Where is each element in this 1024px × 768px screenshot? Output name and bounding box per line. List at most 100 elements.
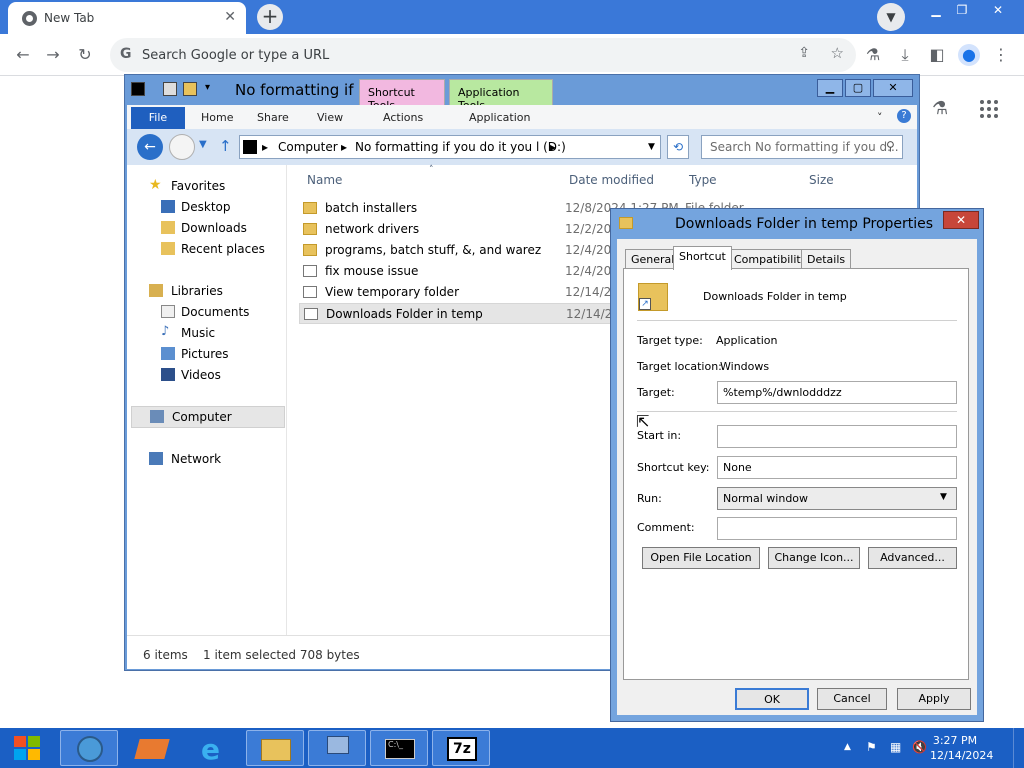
advanced-button[interactable]: Advanced... — [868, 547, 957, 569]
context-tab-shortcut-tools[interactable]: Shortcut Tools — [359, 79, 445, 112]
search-icon[interactable]: ⚲ — [886, 139, 895, 153]
drive-icon — [243, 140, 257, 154]
reload-icon[interactable]: ↻ — [74, 44, 96, 66]
forward-icon[interactable]: → — [42, 44, 64, 66]
open-file-location-button[interactable]: Open File Location — [642, 547, 760, 569]
taskbar-app-globe[interactable] — [60, 730, 118, 766]
cancel-button[interactable]: Cancel — [817, 688, 887, 710]
apply-button[interactable]: Apply — [897, 688, 971, 710]
tab-close-icon[interactable]: ✕ — [224, 9, 236, 25]
omnibox[interactable]: G Search Google or type a URL ⇪ ☆ — [110, 38, 856, 72]
new-tab-button[interactable]: + — [257, 4, 283, 30]
target-input[interactable]: %temp%/dwnlodddzz — [717, 381, 957, 404]
breadcrumb-computer[interactable]: Computer — [278, 140, 338, 154]
chrome-tab-newtab[interactable]: New Tab ✕ — [8, 2, 246, 34]
taskbar-app-cmd[interactable]: C:\_ — [370, 730, 428, 766]
clock[interactable]: 3:27 PM 12/14/2024 — [930, 733, 994, 763]
explorer-maximize-icon[interactable]: ▢ — [845, 79, 871, 97]
nav-network[interactable]: Network — [127, 449, 287, 469]
quick-access-dropdown-icon[interactable]: ▾ — [205, 82, 210, 93]
minimize-icon[interactable]: ▁ — [926, 2, 946, 20]
run-select-value: Normal window — [723, 492, 809, 505]
run-select[interactable]: Normal window ▼ — [717, 487, 957, 510]
taskbar-app-internet-explorer[interactable]: e — [184, 730, 242, 766]
nav-documents[interactable]: Documents — [127, 302, 287, 322]
action-center-flag-icon[interactable]: ⚑ — [866, 740, 877, 754]
recent-locations-icon[interactable]: ▼ — [199, 139, 207, 150]
volume-muted-icon[interactable]: 🔇 — [912, 740, 927, 754]
column-header-type[interactable]: Type — [689, 173, 717, 187]
nav-desktop[interactable]: Desktop — [127, 197, 287, 217]
labs-flask-icon[interactable]: ⚗ — [862, 44, 884, 66]
side-panel-icon[interactable]: ◧ — [926, 44, 948, 66]
apps-grid-icon[interactable] — [980, 100, 1000, 120]
dialog-close-icon[interactable]: ✕ — [943, 211, 979, 229]
bookmark-star-icon[interactable]: ☆ — [831, 44, 844, 62]
nav-favorites[interactable]: ★ Favorites — [127, 176, 287, 196]
ribbon-tab-actions[interactable]: Actions — [383, 111, 423, 124]
share-icon[interactable]: ⇪ — [798, 45, 810, 61]
ribbon-tab-share[interactable]: Share — [257, 111, 289, 124]
tab-search-chevron-icon[interactable]: ▼ — [877, 3, 905, 31]
taskbar-app-file-explorer[interactable] — [246, 730, 304, 766]
explorer-close-icon[interactable]: ✕ — [873, 79, 913, 97]
start-button[interactable] — [10, 733, 46, 763]
explorer-titlebar[interactable]: ▾ No formatting if ... Shortcut Tools Ap… — [125, 75, 919, 112]
nav-computer[interactable]: Computer — [131, 406, 285, 428]
properties-quick-icon[interactable] — [163, 82, 177, 96]
network-tray-icon[interactable]: ▦ — [890, 740, 901, 754]
breadcrumb-drive[interactable]: No formatting if you do it you l (D:) — [355, 140, 566, 154]
column-header-size[interactable]: Size — [809, 173, 834, 187]
tab-details[interactable]: Details — [801, 249, 852, 269]
explorer-search-input[interactable]: Search No formatting if you d... ⚲ — [701, 135, 903, 159]
file-date: 12/4/20 — [565, 264, 612, 278]
clock-date: 12/14/2024 — [930, 749, 994, 762]
target-location-label: Target location: — [637, 360, 722, 373]
labs-flask-icon[interactable]: ⚗ — [932, 98, 948, 119]
nav-libraries[interactable]: Libraries — [127, 281, 287, 301]
restore-icon[interactable]: ❐ — [952, 2, 972, 20]
profile-avatar-icon[interactable]: ● — [958, 44, 980, 66]
ribbon-tab-application[interactable]: Application — [469, 111, 530, 124]
tab-shortcut[interactable]: Shortcut — [673, 246, 732, 270]
tray-expand-icon[interactable]: ▲ — [844, 742, 851, 752]
nav-music[interactable]: ♪ Music — [127, 323, 287, 343]
ribbon-tab-home[interactable]: Home — [201, 111, 233, 124]
column-header-name[interactable]: Name — [307, 173, 342, 187]
shortcut-key-input[interactable]: None — [717, 456, 957, 479]
windows-logo-icon — [28, 749, 40, 760]
refresh-icon[interactable]: ⟲ — [667, 135, 689, 159]
ribbon-expand-icon[interactable]: ˅ — [877, 111, 883, 124]
context-tab-application-tools[interactable]: Application Tools — [449, 79, 553, 112]
back-icon[interactable]: ← — [12, 44, 34, 66]
star-icon: ★ — [149, 177, 162, 193]
change-icon-button[interactable]: Change Icon... — [768, 547, 860, 569]
ribbon-tab-file[interactable]: File — [131, 107, 185, 129]
show-desktop-button[interactable] — [1013, 728, 1024, 768]
taskbar-app-7zip[interactable]: 7z — [432, 730, 490, 766]
back-arrow-icon[interactable]: ← — [137, 134, 163, 160]
nav-recent-places[interactable]: Recent places — [127, 239, 287, 259]
nav-pictures[interactable]: Pictures — [127, 344, 287, 364]
new-folder-quick-icon[interactable] — [183, 82, 197, 96]
address-bar[interactable]: ▸ Computer ▸ No formatting if you do it … — [239, 135, 661, 159]
download-icon[interactable]: ⤓ — [894, 44, 916, 66]
nav-downloads[interactable]: Downloads — [127, 218, 287, 238]
comment-input[interactable] — [717, 517, 957, 540]
nav-videos[interactable]: Videos — [127, 365, 287, 385]
start-in-input[interactable] — [717, 425, 957, 448]
ok-button[interactable]: OK — [735, 688, 809, 710]
drive-icon — [131, 82, 145, 96]
explorer-minimize-icon[interactable]: ▁ — [817, 79, 843, 97]
up-arrow-icon[interactable]: ↑ — [219, 137, 232, 155]
taskbar-app-network[interactable] — [308, 730, 366, 766]
dialog-titlebar[interactable]: Downloads Folder in temp Properties ✕ — [611, 209, 983, 239]
close-icon[interactable]: ✕ — [978, 2, 1018, 20]
address-dropdown-icon[interactable]: ▼ — [648, 142, 655, 152]
column-header-date[interactable]: Date modified — [569, 173, 654, 187]
menu-kebab-icon[interactable]: ⋮ — [990, 44, 1012, 66]
ribbon-tab-view[interactable]: View — [317, 111, 343, 124]
forward-arrow-icon[interactable] — [169, 134, 195, 160]
help-icon[interactable]: ? — [897, 109, 911, 123]
taskbar-app-ark[interactable] — [122, 730, 180, 766]
